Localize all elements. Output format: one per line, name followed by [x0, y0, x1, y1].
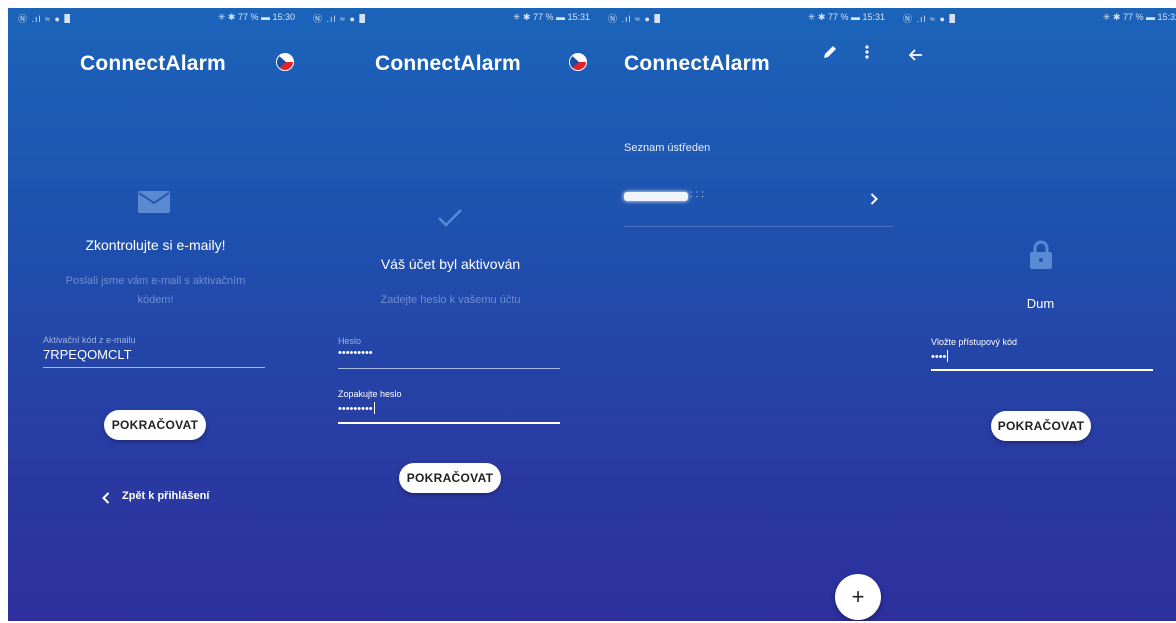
back-to-login-link[interactable]: Zpět k přihlášení	[122, 490, 209, 502]
screen-panel-list: Ⓝ .ıl ≈ ● ▋ ✳ ✱ 77 % ▬ 15:31 ConnectAlar…	[598, 8, 893, 621]
more-vert-icon[interactable]	[864, 44, 870, 65]
chevron-right-icon	[870, 192, 878, 210]
chevron-left-icon[interactable]	[102, 491, 110, 509]
status-bar: Ⓝ .ıl ≈ ● ▋ ✳ ✱ 77 % ▬ 15:32	[893, 8, 1176, 28]
heading: Zkontrolujte si e-maily!	[85, 237, 226, 253]
status-icons-left: Ⓝ .ıl ≈ ● ▋	[608, 14, 665, 24]
status-bar: Ⓝ .ıl ≈ ● ▋ ✳ ✱ 77 % ▬ 15:31	[598, 8, 893, 28]
continue-button[interactable]: POKRAČOVAT	[399, 463, 501, 493]
access-code-label: Vložte přístupový kód	[931, 337, 1018, 347]
flag-cz-icon[interactable]	[276, 53, 294, 71]
app-title: ConnectAlarm	[80, 52, 226, 75]
password-field[interactable]: •••••••••	[338, 347, 373, 359]
status-icons-left: Ⓝ .ıl ≈ ● ▋	[18, 14, 75, 24]
repeat-password-value: •••••••••	[338, 403, 373, 415]
continue-button[interactable]: POKRAČOVAT	[104, 410, 206, 440]
activation-code-underline	[43, 367, 265, 368]
password-underline	[338, 368, 560, 369]
activation-code-field[interactable]: 7RPEQOMCLT	[43, 347, 132, 362]
repeat-password-label: Zopakujte heslo	[338, 389, 402, 399]
activation-code-label: Aktivační kód z e-mailu	[43, 335, 136, 345]
text-cursor	[373, 402, 375, 414]
access-code-value: ••••	[931, 351, 947, 363]
app-title: ConnectAlarm	[624, 52, 770, 75]
message-line-1: Poslali jsme vám e-mail s aktivačním	[65, 275, 246, 287]
list-divider	[624, 226, 893, 227]
back-arrow-icon[interactable]	[908, 48, 923, 66]
repeat-password-underline	[338, 422, 560, 424]
status-icons-left: Ⓝ .ıl ≈ ● ▋	[903, 14, 960, 24]
list-item[interactable]: : : :	[624, 186, 893, 226]
heading: Váš účet byl aktivován	[380, 256, 521, 272]
app-title: ConnectAlarm	[375, 52, 521, 75]
repeat-password-field[interactable]: •••••••••	[338, 402, 375, 415]
list-item-suffix: : : :	[690, 189, 704, 200]
password-label: Heslo	[338, 336, 362, 346]
plus-icon: +	[851, 584, 865, 609]
panel-name: Dum	[1026, 296, 1055, 311]
message-line-2: kódem!	[137, 294, 174, 306]
status-icons-left: Ⓝ .ıl ≈ ● ▋	[313, 14, 370, 24]
screen-access-code: Ⓝ .ıl ≈ ● ▋ ✳ ✱ 77 % ▬ 15:32 Dum Vložte …	[893, 8, 1176, 621]
access-code-underline	[931, 369, 1153, 371]
continue-button[interactable]: POKRAČOVAT	[991, 411, 1091, 441]
status-time: ✳ ✱ 77 % ▬ 15:31	[512, 12, 590, 22]
add-panel-button[interactable]: +	[835, 574, 881, 620]
pencil-icon[interactable]	[822, 44, 838, 65]
redacted-name	[624, 192, 688, 201]
status-bar: Ⓝ .ıl ≈ ● ▋ ✳ ✱ 77 % ▬ 15:30	[8, 8, 303, 28]
text-cursor	[947, 350, 949, 362]
check-icon	[437, 208, 463, 233]
screen-email-verification: Ⓝ .ıl ≈ ● ▋ ✳ ✱ 77 % ▬ 15:30 ConnectAlar…	[8, 8, 303, 621]
status-time: ✳ ✱ 77 % ▬ 15:30	[217, 12, 295, 22]
message: Zadejte heslo k vašemu účtu	[380, 294, 521, 306]
flag-cz-icon[interactable]	[569, 53, 587, 71]
section-label: Seznam ústředen	[624, 142, 711, 154]
status-time: ✳ ✱ 77 % ▬ 15:32	[1102, 12, 1176, 22]
lock-icon	[1029, 240, 1053, 275]
screen-set-password: Ⓝ .ıl ≈ ● ▋ ✳ ✱ 77 % ▬ 15:31 ConnectAlar…	[303, 8, 598, 621]
access-code-field[interactable]: ••••	[931, 350, 949, 363]
status-bar: Ⓝ .ıl ≈ ● ▋ ✳ ✱ 77 % ▬ 15:31	[303, 8, 598, 28]
envelope-icon	[138, 191, 170, 218]
status-time: ✳ ✱ 77 % ▬ 15:31	[807, 12, 885, 22]
